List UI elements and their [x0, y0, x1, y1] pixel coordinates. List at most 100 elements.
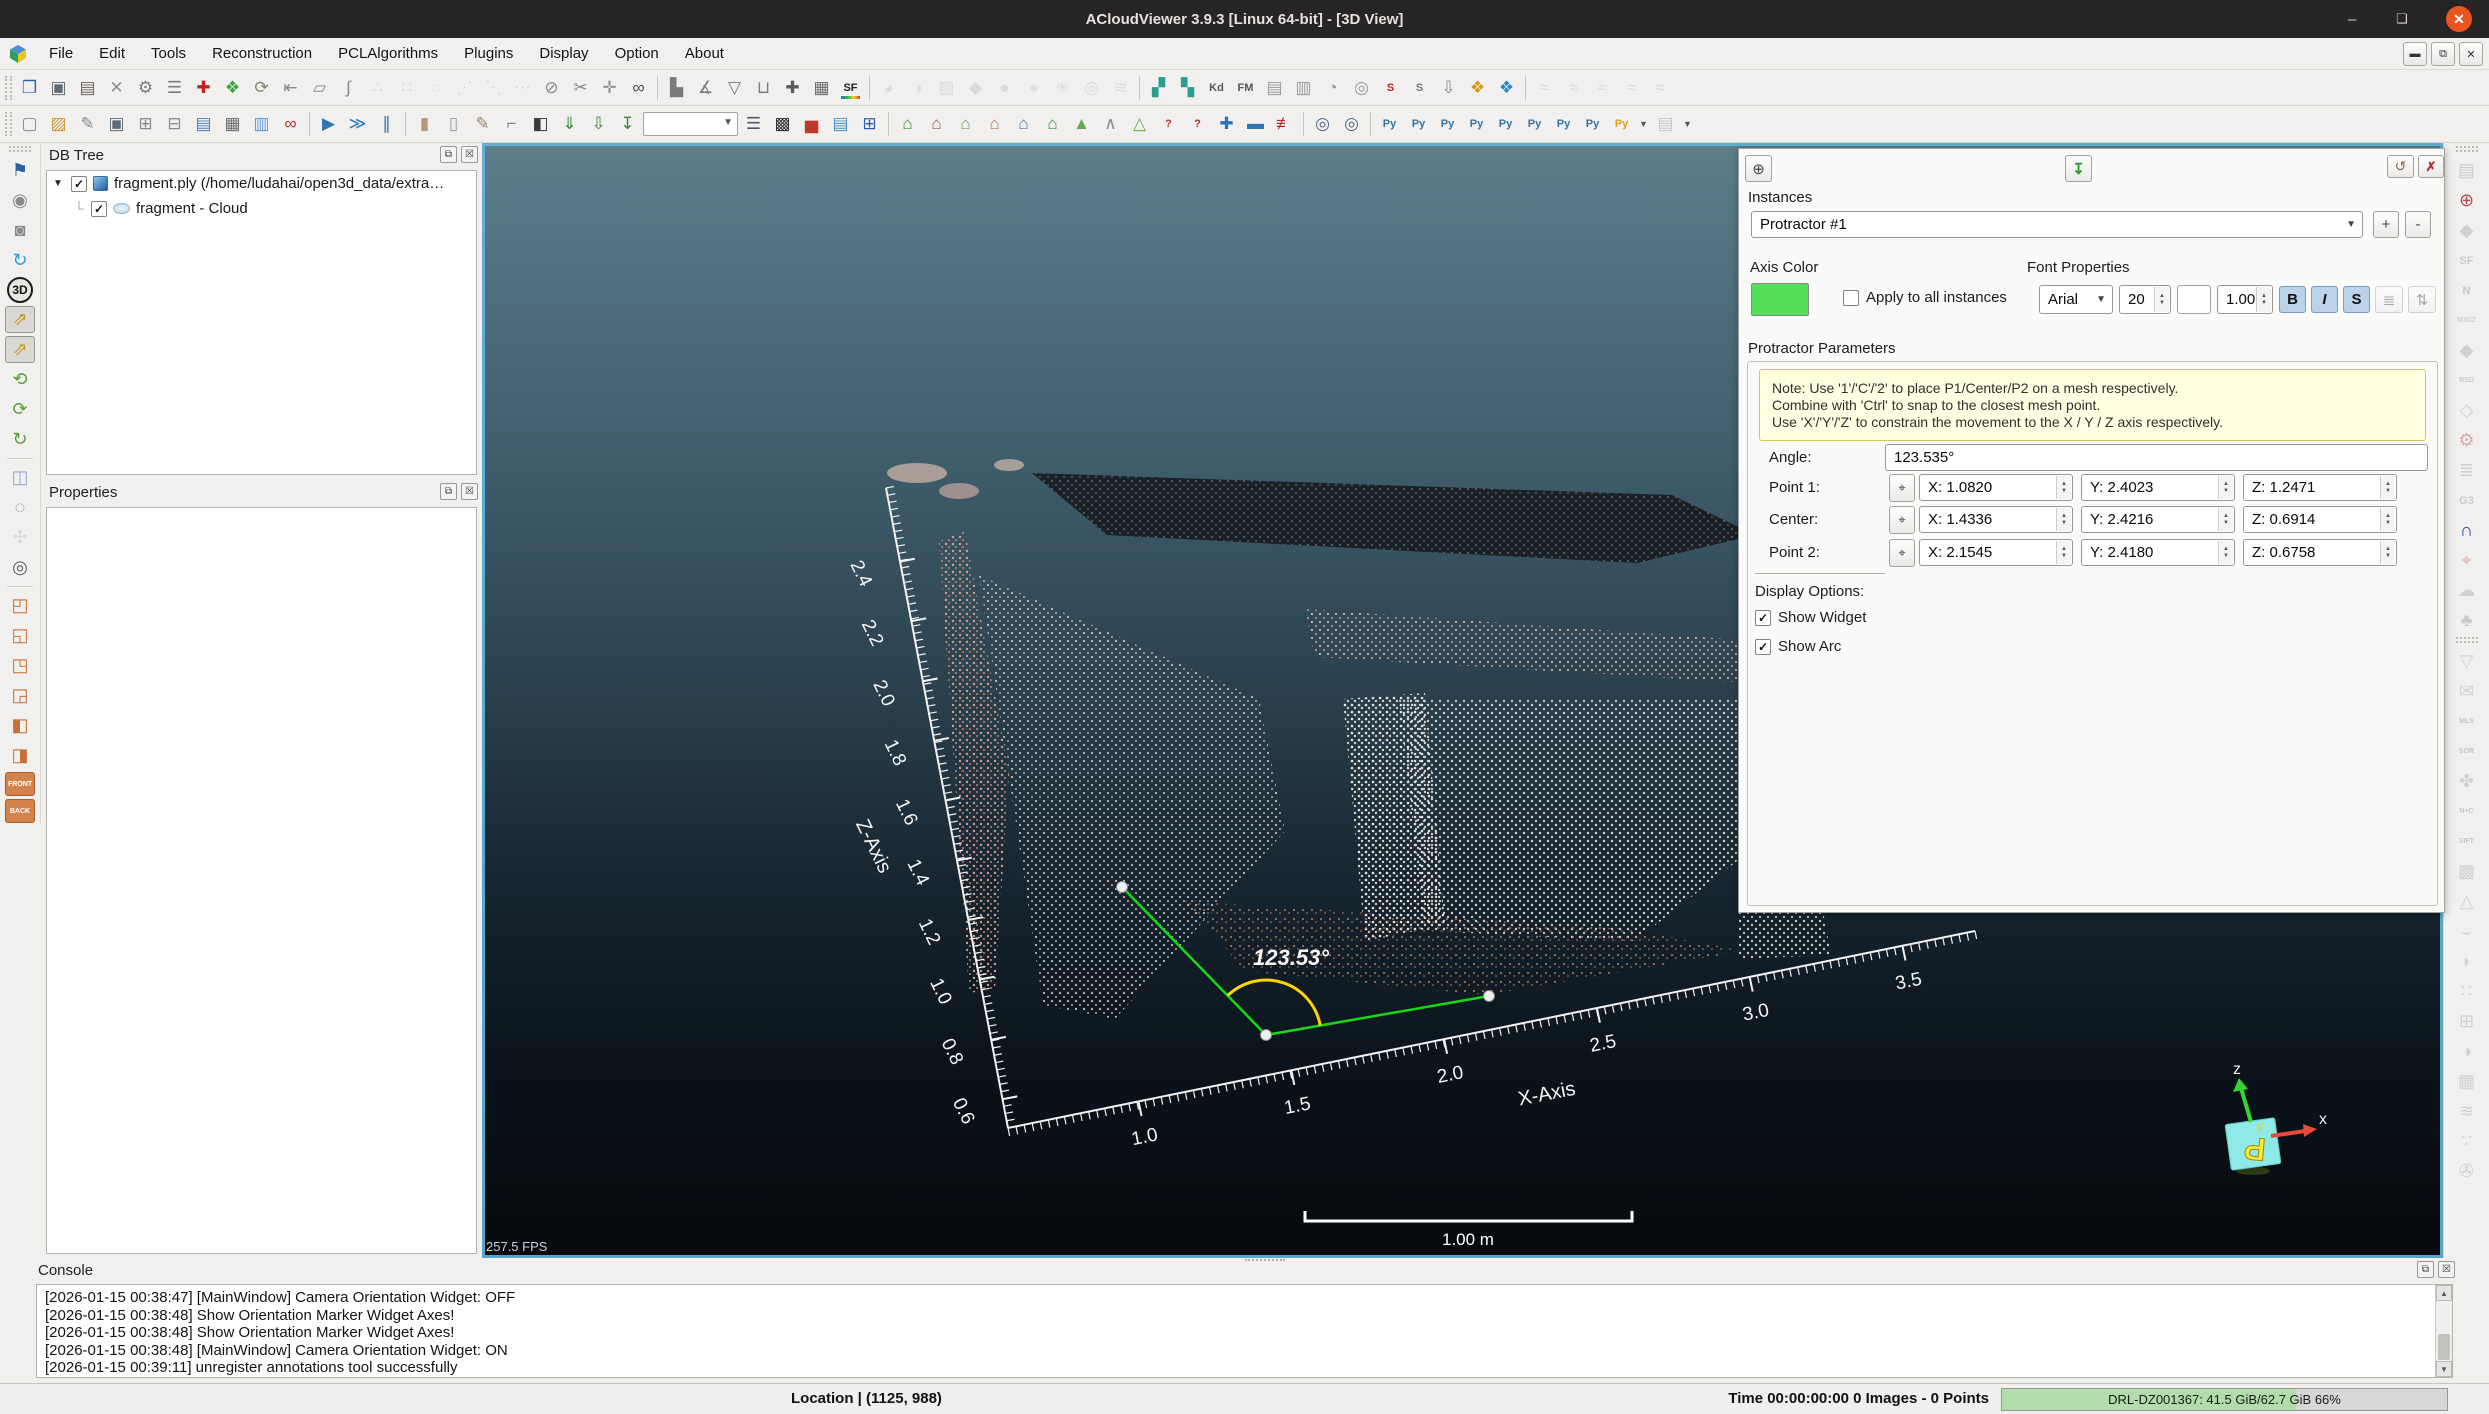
expander-icon[interactable]: ▼	[53, 178, 65, 189]
point-y-field[interactable]: Y: 2.4216▲▼	[2081, 506, 2235, 533]
annotation-flag-icon[interactable]: ⚑	[5, 157, 35, 184]
kdtree-icon[interactable]: Kd	[1203, 74, 1230, 101]
building-gray-icon[interactable]: ▯	[440, 111, 467, 138]
properties-close-button[interactable]: ☒	[461, 483, 478, 500]
view-top-icon[interactable]: ◰	[5, 592, 35, 619]
point-z-field[interactable]: Z: 1.2471▲▼	[2243, 474, 2397, 501]
point-picker-button[interactable]: ⌖	[1889, 506, 1915, 534]
root-label[interactable]: fragment.ply (/home/ludahai/open3d_data/…	[114, 175, 444, 192]
root-checkbox[interactable]: ✓	[71, 176, 87, 192]
db-tree-float-button[interactable]: ⧉	[440, 146, 457, 163]
console-scrollbar[interactable]: ▲ ▼	[2435, 1285, 2452, 1377]
properties-float-button[interactable]: ⧉	[440, 483, 457, 500]
axes-visibility-icon[interactable]: ⇗	[5, 336, 35, 363]
building-down-3-icon[interactable]: ↧	[614, 111, 641, 138]
toolbar-drag-handle[interactable]	[9, 146, 31, 152]
gear-wire-icon[interactable]: ⚙	[132, 74, 159, 101]
font-color-button[interactable]	[2177, 285, 2211, 314]
show-arc-checkbox[interactable]: ✓	[1755, 639, 1771, 655]
add-big-icon[interactable]: ✚	[779, 74, 806, 101]
font-opacity-spinner[interactable]: 1.00 ▲▼	[2217, 285, 2273, 314]
display-option-row[interactable]: ✓Show Widget	[1755, 609, 1866, 626]
rotate-x-icon[interactable]: ⟲	[5, 366, 35, 393]
spinner-arrows-icon[interactable]: ▲▼	[2380, 541, 2395, 564]
qr-pattern-icon[interactable]: ▩	[769, 111, 796, 138]
python-edit-icon[interactable]: Py	[1376, 111, 1403, 138]
spinner-arrows-icon[interactable]: ▲▼	[2256, 287, 2271, 312]
bucket-icon[interactable]: ⊔	[750, 74, 777, 101]
properties-list-icon[interactable]: ☰	[161, 74, 188, 101]
brp-file-icon[interactable]: ▤	[1261, 74, 1288, 101]
view-bottom-icon[interactable]: ◱	[5, 622, 35, 649]
menu-about[interactable]: About	[672, 40, 737, 67]
contrast-icon[interactable]: ◧	[527, 111, 554, 138]
open-icon[interactable]: ❒	[16, 74, 43, 101]
spinner-arrows-icon[interactable]: ▲▼	[2218, 508, 2233, 531]
scroll-down-icon[interactable]: ▼	[2436, 1361, 2452, 1377]
cone-sample-icon[interactable]: ▲	[1068, 111, 1095, 138]
shadow-toggle[interactable]: S	[2343, 286, 2370, 313]
menu-edit[interactable]: Edit	[86, 40, 138, 67]
play-icon[interactable]: ▶	[315, 111, 342, 138]
italic-toggle[interactable]: I	[2311, 286, 2338, 313]
zoom-compare-icon[interactable]: ◎	[1309, 111, 1336, 138]
orbit-rotate-icon[interactable]: ↻	[5, 247, 35, 274]
spinner-arrows-icon[interactable]: ▲▼	[2380, 508, 2395, 531]
window-close-button[interactable]: ✕	[2445, 0, 2473, 38]
show-axes-icon[interactable]: ⇗	[5, 306, 35, 333]
menu-display[interactable]: Display	[526, 40, 601, 67]
red-spline-icon[interactable]: S	[1377, 74, 1404, 101]
spinner-arrows-icon[interactable]: ▲▼	[2380, 476, 2395, 499]
spinner-arrows-icon[interactable]: ▲▼	[2218, 476, 2233, 499]
spinner-arrows-icon[interactable]: ▲▼	[2056, 541, 2071, 564]
filter-funnel-icon[interactable]: ▽	[721, 74, 748, 101]
clear-list-icon[interactable]: ≢	[1271, 111, 1298, 138]
spinner-arrows-icon[interactable]: ▲▼	[2056, 476, 2071, 499]
remove-point-icon[interactable]: ▬	[1242, 111, 1269, 138]
curve-plot-icon[interactable]: ∡	[692, 74, 719, 101]
delete-icon[interactable]: ✕	[103, 74, 130, 101]
tree-row-root[interactable]: ▼ ✓ fragment.ply (/home/ludahai/open3d_d…	[47, 171, 476, 196]
menu-file[interactable]: File	[36, 40, 86, 67]
view-front-icon[interactable]: FRONT	[5, 772, 35, 796]
point-picker-button[interactable]: ⌖	[1889, 539, 1915, 567]
rotate-y-icon[interactable]: ⟳	[5, 396, 35, 423]
point-y-field[interactable]: Y: 2.4180▲▼	[2081, 539, 2235, 566]
first-aid-icon[interactable]: ✚	[190, 74, 217, 101]
crane-icon[interactable]: ⌐	[498, 111, 525, 138]
scroll-thumb[interactable]	[2438, 1334, 2450, 1360]
photo-view-icon[interactable]: ▤	[827, 111, 854, 138]
save-project-icon[interactable]: ▣	[103, 111, 130, 138]
grid-view-icon[interactable]: ▦	[219, 111, 246, 138]
toolbar-drag-handle[interactable]	[2456, 146, 2478, 152]
capture-zoom-icon[interactable]: ◉	[5, 187, 35, 214]
skip-next-icon[interactable]: ≫	[344, 111, 371, 138]
python-console-icon[interactable]: Py	[1608, 111, 1635, 138]
pie-icon[interactable]: ◔	[1319, 74, 1346, 101]
point-x-field[interactable]: X: 1.4336▲▼	[1919, 506, 2073, 533]
reload-box-icon[interactable]: ⟳	[248, 74, 275, 101]
python-more-icon[interactable]: Py	[1492, 111, 1519, 138]
screenshot-camera-icon[interactable]: ◙	[5, 217, 35, 244]
dual-panel-icon[interactable]: ⊞	[856, 111, 883, 138]
console-float-button[interactable]: ⧉	[2417, 1261, 2434, 1278]
python-run-icon[interactable]: Py	[1405, 111, 1432, 138]
edit-doc-icon[interactable]: ✎	[74, 111, 101, 138]
toolbar-drag-handle[interactable]	[5, 112, 12, 136]
mdi-restore-button[interactable]: ⧉	[2431, 42, 2455, 66]
zoom-add-icon[interactable]: ◎	[1338, 111, 1365, 138]
angle-field[interactable]: 123.535°	[1885, 444, 2428, 471]
dialog-save-button[interactable]: ↧	[2065, 155, 2092, 182]
table-view-icon[interactable]: ▥	[248, 111, 275, 138]
window-maximize-button[interactable]: ❏	[2385, 0, 2419, 38]
building-tan-icon[interactable]: ▮	[411, 111, 438, 138]
axis-color-swatch[interactable]	[1751, 283, 1809, 316]
bar-chart-icon[interactable]: ▅	[798, 111, 825, 138]
classify-tool-icon[interactable]: ❖	[1493, 74, 1520, 101]
menu-plugins[interactable]: Plugins	[451, 40, 526, 67]
train-tool-icon[interactable]: ❖	[1464, 74, 1491, 101]
help-red-2-icon[interactable]: ?	[1184, 111, 1211, 138]
compass-divider-icon[interactable]: ∧	[1097, 111, 1124, 138]
scroll-up-icon[interactable]: ▲	[2436, 1285, 2452, 1301]
mode-3d-icon[interactable]: 3D	[7, 277, 33, 303]
